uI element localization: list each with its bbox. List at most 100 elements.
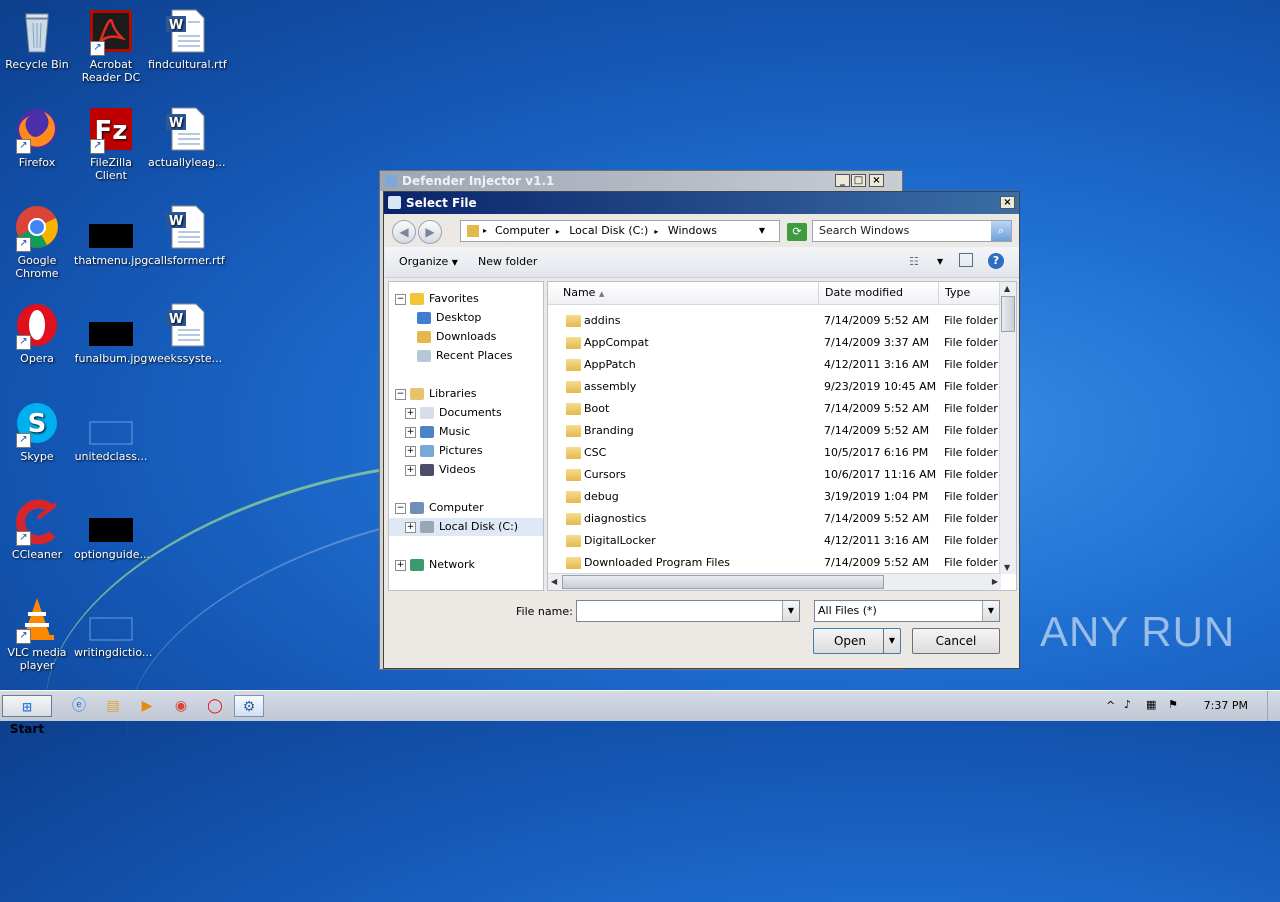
search-icon[interactable]: ⌕ [991,221,1011,241]
desktop-icon-ccleaner[interactable]: ↗ CCleaner [0,498,74,561]
dialog-close-button[interactable]: × [1000,196,1015,209]
explorer-folder-icon[interactable]: ▤ [100,695,126,717]
scroll-down-icon[interactable]: ▼ [1004,563,1010,572]
desktop-icon-thatmenu[interactable]: thatmenu.jpg [74,204,148,267]
help-icon[interactable]: ? [988,253,1004,269]
preview-pane-icon[interactable] [959,253,973,267]
search-input[interactable]: Search Windows ⌕ [812,220,1012,242]
view-options-icon[interactable]: ☷ [909,255,919,268]
breadcrumb-separator-icon[interactable]: ▸ [556,227,560,236]
column-header-name[interactable]: Name ▲ [548,282,819,304]
show-desktop-button[interactable] [1267,691,1280,721]
file-type-select[interactable]: All Files (*) ▼ [814,600,1000,622]
desktop-icon-findcultural[interactable]: W findcultural.rtf [148,8,227,71]
dialog-titlebar[interactable]: Select File × [384,192,1019,214]
scroll-up-icon[interactable]: ▲ [1004,284,1010,293]
nav-network[interactable]: + Network [395,556,475,574]
desktop-icon-firefox[interactable]: ↗ Firefox [0,106,74,169]
desktop-icon-opera[interactable]: ↗ Opera [0,302,74,365]
horizontal-scrollbar[interactable]: ◀ ▶ [548,573,1001,590]
opera-taskbar-icon[interactable]: ◯ [202,695,228,717]
vertical-scrollbar[interactable]: ▲ ▼ [999,282,1016,574]
nav-libraries[interactable]: − Libraries [395,385,477,403]
horizontal-scroll-thumb[interactable] [562,575,884,589]
nav-favorites[interactable]: − Favorites [395,290,479,308]
desktop-icon-acrobat[interactable]: ↗ Acrobat Reader DC [74,8,148,84]
desktop-icon-google-chrome[interactable]: ↗ Google Chrome [0,204,74,280]
desktop-icon-funalbum[interactable]: funalbum.jpg [74,302,148,365]
tray-expand-icon[interactable]: ^ [1106,699,1115,712]
file-name-input[interactable]: ▼ [576,600,800,622]
file-name-dropdown-icon[interactable]: ▼ [782,601,799,621]
desktop-icon-filezilla[interactable]: Fz ↗ FileZilla Client [74,106,148,182]
action-center-flag-icon[interactable]: ⚑ [1168,698,1178,711]
file-row[interactable]: Boot 7/14/2009 5:52 AM File folder [548,398,1001,420]
new-folder-button[interactable]: New folder [478,255,537,268]
breadcrumb-local-disk[interactable]: Local Disk (C:) [569,224,648,237]
file-row[interactable]: Downloaded Program Files 7/14/2009 5:52 A… [548,552,1001,574]
file-row[interactable]: addins 7/14/2009 5:52 AM File folder [548,310,1001,332]
maximize-button[interactable]: □ [851,174,866,187]
nav-desktop[interactable]: Desktop [417,309,481,327]
file-row[interactable]: CSC 10/5/2017 6:16 PM File folder [548,442,1001,464]
open-button[interactable]: Open ▼ [813,628,901,654]
cancel-button[interactable]: Cancel [912,628,1000,654]
desktop-icon-unitedclass[interactable]: unitedclass... [74,400,148,463]
refresh-icon[interactable]: ⟳ [787,223,807,241]
file-type-dropdown-icon[interactable]: ▼ [982,601,999,621]
organize-button[interactable]: Organize ▼ [399,255,458,268]
nav-downloads[interactable]: Downloads [417,328,496,346]
nav-music[interactable]: + Music [405,423,470,441]
address-dropdown-icon[interactable]: ▼ [759,221,765,241]
forward-button[interactable]: ▶ [418,220,442,244]
desktop-icon-weekssyste[interactable]: W weekssyste... [148,302,222,365]
close-button[interactable]: × [869,174,884,187]
nav-recent-places[interactable]: Recent Places [417,347,513,365]
nav-documents[interactable]: + Documents [405,404,502,422]
back-button[interactable]: ◀ [392,220,416,244]
column-header-date[interactable]: Date modified [819,282,939,304]
file-row[interactable]: DigitalLocker 4/12/2011 3:16 AM File folde… [548,530,1001,552]
clock[interactable]: 7:37 PM [1204,699,1248,712]
view-dropdown-icon[interactable]: ▼ [937,257,943,266]
scroll-left-icon[interactable]: ◀ [551,577,557,586]
desktop-icon-vlc[interactable]: ↗ VLC media player [0,596,74,672]
vertical-scroll-thumb[interactable] [1001,296,1015,332]
file-row[interactable]: Branding 7/14/2009 5:52 AM File folder [548,420,1001,442]
desktop-icon-callsformer[interactable]: W callsformer.rtf [148,204,225,267]
breadcrumb-separator-icon[interactable]: ▸ [483,221,487,241]
chrome-taskbar-icon[interactable]: ◉ [168,695,194,717]
nav-local-disk[interactable]: + Local Disk (C:) [389,518,543,536]
date-modified-cell: 7/14/2009 5:52 AM [824,402,930,415]
file-row[interactable]: diagnostics 7/14/2009 5:52 AM File folder [548,508,1001,530]
internet-explorer-icon[interactable]: ⓔ [66,695,92,717]
address-breadcrumb[interactable]: ▸ Computer ▸ Local Disk (C:) ▸ Windows ▼ [460,220,780,242]
window-titlebar[interactable]: Defender Injector v1.1 _ □ × [380,171,902,191]
column-header-type[interactable]: Type [939,282,1001,304]
nav-computer[interactable]: − Computer [395,499,484,517]
recent-places-icon [417,350,431,362]
media-player-icon[interactable]: ▶ [134,695,160,717]
file-row[interactable]: assembly 9/23/2019 10:45 AM File folder [548,376,1001,398]
network-tray-icon[interactable]: ▦ [1146,698,1156,711]
file-row[interactable]: debug 3/19/2019 1:04 PM File folder [548,486,1001,508]
breadcrumb-separator-icon[interactable]: ▸ [654,227,658,236]
desktop-icon-writingdictio[interactable]: writingdictio... [74,596,152,659]
volume-icon[interactable]: ♪ [1124,698,1131,711]
desktop-icon-optionguide[interactable]: optionguide... [74,498,150,561]
file-row[interactable]: AppPatch 4/12/2011 3:16 AM File folder [548,354,1001,376]
file-row[interactable]: Cursors 10/6/2017 11:16 AM File folder [548,464,1001,486]
breadcrumb-windows[interactable]: Windows [668,224,717,237]
start-button[interactable]: ⊞ Start [2,695,52,736]
file-row[interactable]: AppCompat 7/14/2009 3:37 AM File folder [548,332,1001,354]
desktop-icon-skype[interactable]: S ↗ Skype [0,400,74,463]
desktop-icon-actuallyleag[interactable]: W actuallyleag... [148,106,225,169]
desktop-icon-recycle-bin[interactable]: Recycle Bin [0,8,74,71]
breadcrumb-computer[interactable]: Computer [495,224,550,237]
open-dropdown-icon[interactable]: ▼ [883,629,900,653]
nav-videos[interactable]: + Videos [405,461,476,479]
scroll-right-icon[interactable]: ▶ [992,577,998,586]
nav-pictures[interactable]: + Pictures [405,442,483,460]
minimize-button[interactable]: _ [835,174,850,187]
defender-injector-taskbar-icon[interactable]: ⚙ [234,695,264,717]
